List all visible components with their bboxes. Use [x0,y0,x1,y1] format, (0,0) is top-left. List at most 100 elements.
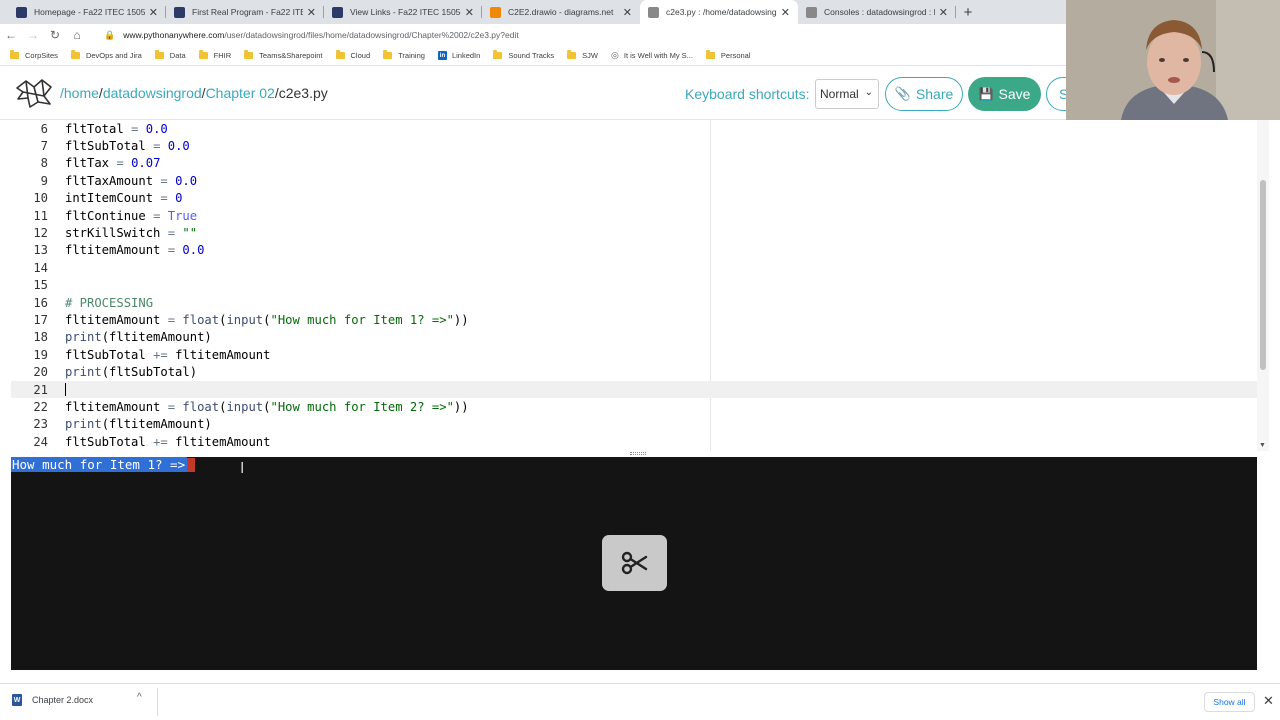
editor-scrollbar[interactable]: ▼ [1257,120,1269,451]
webcam-overlay [1066,0,1280,120]
browser-tab[interactable]: C2E2.drawio - diagrams.net ✕ [482,0,640,24]
code-line[interactable]: 14 [11,259,1257,276]
code-line[interactable]: 23 print(fltitemAmount) [11,416,1257,433]
download-options-chevron-icon[interactable]: ^ [137,692,142,703]
close-downloads-icon[interactable]: ✕ [1263,693,1274,709]
code-line[interactable]: 15 [11,277,1257,294]
python-console[interactable]: How much for Item 1? => Ⅰ [11,457,1257,670]
tab-favicon-icon [174,6,185,18]
home-icon[interactable]: ⌂ [66,28,88,42]
forward-icon[interactable]: → [22,28,44,42]
code-line[interactable]: 20 print(fltSubTotal) [11,364,1257,381]
code-token: 0.0 [182,243,205,258]
save-button[interactable]: 💾 Save [968,77,1041,111]
code-line[interactable]: 12 strKillSwitch = "" [11,224,1257,241]
keyboard-mode-select[interactable]: Normal ⌄ [815,79,879,109]
back-icon[interactable]: ← [0,28,22,42]
code-text: fltSubTotal += fltitemAmount [65,435,270,449]
line-number: 24 [33,434,48,449]
bookmark-item[interactable]: Sound Tracks [493,50,554,60]
code-token: += [153,347,168,362]
scissors-icon[interactable] [602,535,667,591]
code-line[interactable]: 11 fltContinue = True [11,207,1257,224]
folder-icon [244,50,254,59]
code-line[interactable]: 24 fltSubTotal += fltitemAmount [11,433,1257,450]
tab-title: C2E2.drawio - diagrams.net [508,7,614,17]
code-token: = [160,191,168,206]
bookmark-label: FHIR [213,51,232,60]
download-item[interactable]: W Chapter 2.docx [12,694,93,706]
code-line[interactable]: 21 [11,381,1257,399]
breadcrumb-home[interactable]: /home [60,85,99,101]
code-line[interactable]: 7 fltSubTotal = 0.0 [11,137,1257,154]
close-tab-icon[interactable]: ✕ [465,6,474,19]
bookmark-item[interactable]: Cloud [335,50,370,60]
bookmark-item[interactable]: SJW [567,50,598,60]
browser-tab[interactable]: Consoles : datadowsingrod : Pyth ✕ [798,0,956,24]
line-number: 11 [33,208,48,223]
browser-tab[interactable]: View Links - Fa22 ITEC 1505-30 I ✕ [324,0,482,24]
bookmark-item[interactable]: ◎ It is Well with My S... [611,50,693,61]
drag-grip-icon[interactable] [630,452,646,455]
breadcrumb-user[interactable]: datadowsingrod [103,85,202,101]
code-token: 0 [175,191,183,206]
code-token: = [160,173,168,188]
code-line[interactable]: 18 print(fltitemAmount) [11,329,1257,346]
bookmark-item[interactable]: FHIR [198,50,232,60]
close-tab-icon[interactable]: ✕ [623,6,632,19]
browser-tab[interactable]: First Real Program - Fa22 ITEC 15 ✕ [166,0,324,24]
code-line[interactable]: 22 fltitemAmount = float(input("How much … [11,398,1257,415]
line-number: 6 [40,121,48,136]
close-tab-icon[interactable]: ✕ [781,6,790,19]
code-line[interactable]: 13 fltitemAmount = 0.0 [11,242,1257,259]
close-tab-icon[interactable]: ✕ [149,6,158,19]
close-tab-icon[interactable]: ✕ [307,6,316,19]
bookmark-item[interactable]: DevOps and Jira [70,50,142,60]
code-token: )) [453,313,469,328]
editor-scrollbar-thumb[interactable] [1260,180,1266,370]
bookmark-item[interactable]: Personal [705,50,751,60]
code-token: (fltitemAmount) [101,330,212,345]
code-token: = [167,243,176,258]
scroll-down-icon[interactable]: ▼ [1259,442,1266,449]
new-tab-icon[interactable]: + [956,0,980,24]
line-number: 14 [33,260,48,275]
code-editor[interactable]: 6 fltTotal = 0.0 7 fltSubTotal = 0.0 8 fltTax… [11,120,1269,451]
pythonanywhere-logo-icon[interactable] [14,78,54,108]
code-line[interactable]: 8 fltTax = 0.07 [11,155,1257,172]
code-text: fltitemAmount = 0.0 [65,243,204,257]
bookmark-item[interactable]: Data [154,50,186,60]
breadcrumb-folder[interactable]: Chapter 02 [206,85,275,101]
code-token: print [65,330,102,345]
code-line[interactable]: 6 fltTotal = 0.0 [11,120,1257,137]
code-token: "How much for Item 2? =>" [270,400,454,415]
bookmark-item[interactable]: CorpSites [10,50,58,60]
code-token: fltitemAmount [167,434,271,449]
bookmark-item[interactable]: Training [383,50,425,60]
code-text: print(fltitemAmount) [65,417,212,431]
browser-tab[interactable]: Homepage - Fa22 ITEC 1505-30 I ✕ [8,0,166,24]
code-line[interactable]: 10 intItemCount = 0 [11,190,1257,207]
code-token: intItemCount [65,191,161,206]
code-line[interactable]: 19 fltSubTotal += fltitemAmount [11,346,1257,363]
code-text: fltContinue = True [65,209,197,223]
bookmark-item[interactable]: Teams&Sharepoint [244,50,323,60]
keyboard-mode-value: Normal [820,87,859,101]
code-line[interactable]: 9 fltTaxAmount = 0.0 [11,172,1257,189]
code-token: (fltSubTotal) [101,365,198,380]
line-number: 22 [33,400,48,415]
code-line[interactable]: 17 fltitemAmount = float(input("How much … [11,311,1257,328]
bookmark-item[interactable]: in LinkedIn [437,51,480,60]
code-token: = [167,313,176,328]
code-text: # PROCESSING [65,296,153,310]
close-tab-icon[interactable]: ✕ [939,6,948,19]
share-button[interactable]: 📎 Share [885,77,963,111]
browser-tab[interactable]: c2e3.py : /home/datadowsingro ✕ [640,0,798,24]
console-prompt-line: How much for Item 1? => [11,457,196,472]
show-all-downloads-button[interactable]: Show all [1204,692,1255,712]
code-line[interactable]: 16 # PROCESSING [11,294,1257,311]
reload-icon[interactable]: ↻ [44,28,66,42]
bookmark-label: Personal [720,51,751,60]
console-prompt-text: How much for Item 1? => [11,457,188,472]
